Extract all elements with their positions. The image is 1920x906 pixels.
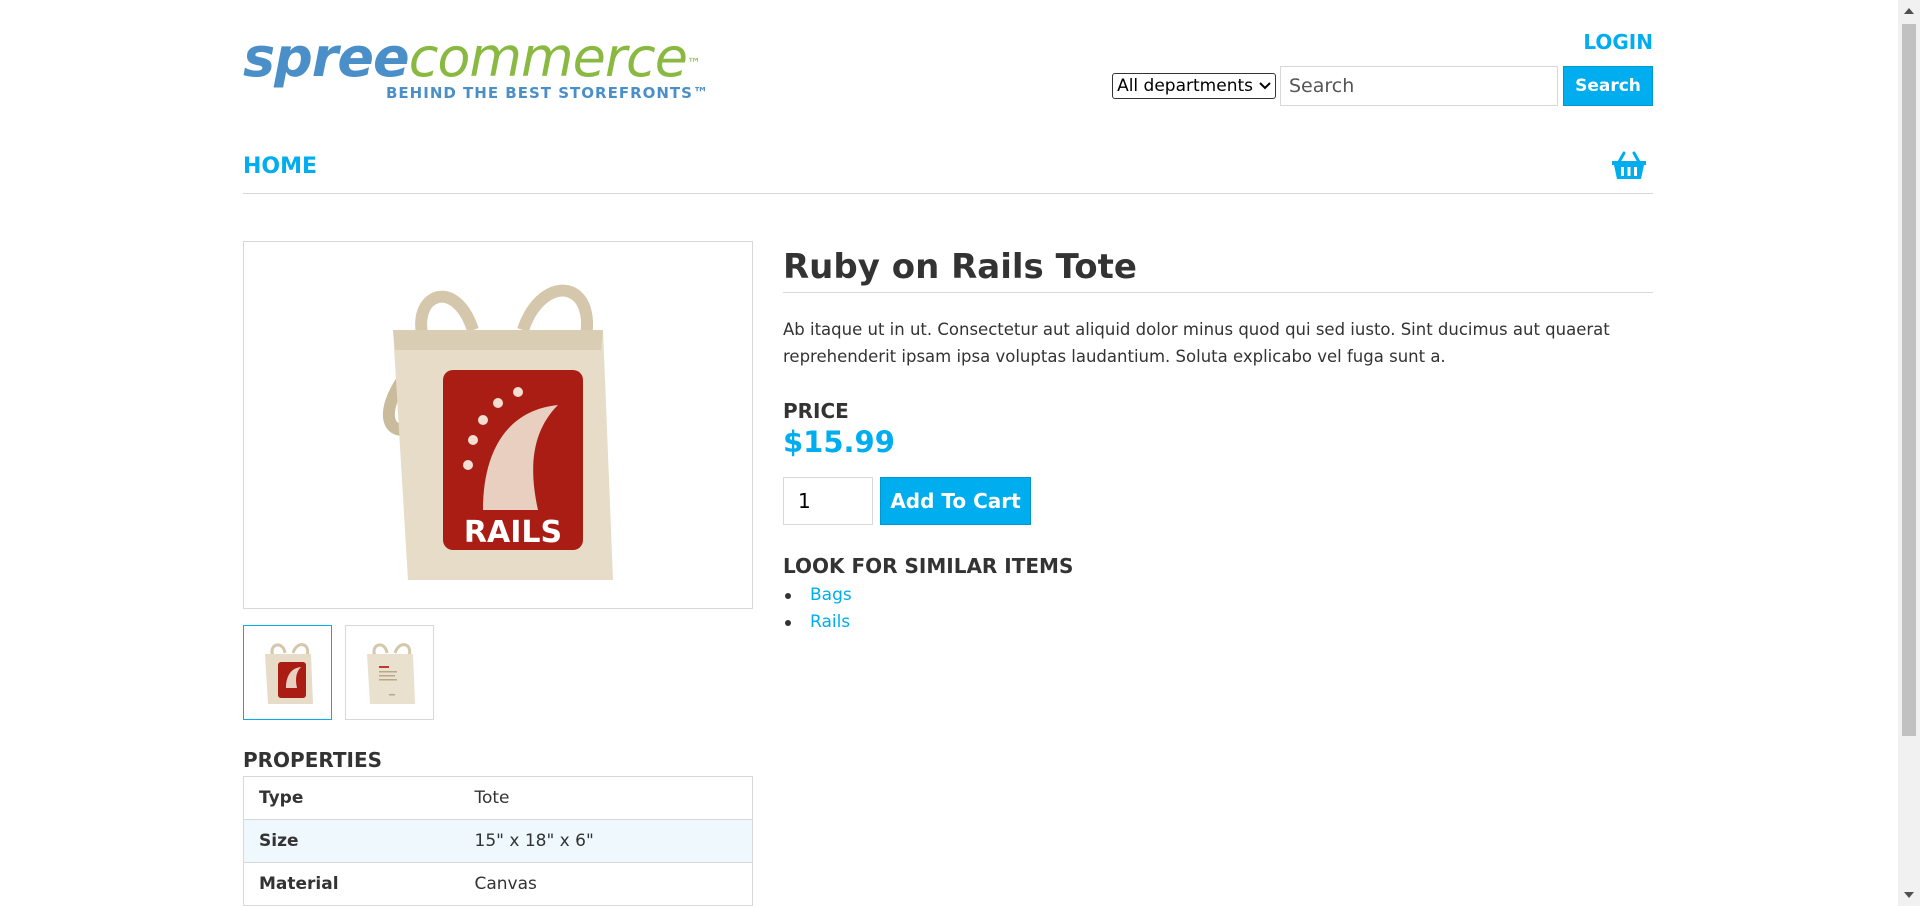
properties-table: Type Tote Size 15" x 18" x 6" Material C… xyxy=(243,776,753,906)
bullet-icon xyxy=(785,592,791,599)
list-item: Bags xyxy=(783,582,1653,609)
product-thumbnails xyxy=(243,625,434,720)
table-row: Size 15" x 18" x 6" xyxy=(243,819,753,863)
scroll-down-arrow-icon[interactable] xyxy=(1898,884,1920,906)
product-info: Ruby on Rails Tote Ab itaque ut in ut. C… xyxy=(783,241,1653,636)
search-input-placeholder: Search xyxy=(1289,75,1355,97)
thumbnail-back[interactable] xyxy=(345,625,434,720)
bullet-icon xyxy=(785,619,791,626)
search-input[interactable]: Search xyxy=(1280,66,1558,106)
price-label: PRICE xyxy=(783,399,849,423)
main-nav: HOME xyxy=(243,150,1653,194)
list-item: Rails xyxy=(783,609,1653,636)
site-logo[interactable]: spreecommerce™ BEHIND THE BEST STOREFRON… xyxy=(243,26,708,104)
taxon-link-rails[interactable]: Rails xyxy=(810,609,850,636)
similar-items-title: LOOK FOR SIMILAR ITEMS xyxy=(783,554,1074,578)
department-select-value: All departments xyxy=(1117,76,1253,96)
logo-spree-text: spree xyxy=(243,26,410,89)
product-main-image: RAILS xyxy=(243,241,753,609)
property-value: Tote xyxy=(459,776,753,820)
properties-title: PROPERTIES xyxy=(243,748,383,772)
page-scrollbar[interactable] xyxy=(1898,0,1920,906)
table-row: Material Canvas xyxy=(243,862,753,906)
tote-bag-back-thumbnail-icon xyxy=(366,642,415,704)
search-bar: All departments Search Search xyxy=(1112,66,1653,106)
product-title: Ruby on Rails Tote xyxy=(783,241,1653,293)
logo-commerce-text: commerce xyxy=(408,26,688,89)
logo-tm: ™ xyxy=(686,56,701,72)
product-description: Ab itaque ut in ut. Consectetur aut aliq… xyxy=(783,320,1610,366)
nav-home-link[interactable]: HOME xyxy=(243,154,317,179)
rails-logo-text: RAILS xyxy=(464,515,562,550)
login-link[interactable]: LOGIN xyxy=(1583,30,1653,54)
quantity-input[interactable]: 1 xyxy=(783,477,873,525)
table-row: Type Tote xyxy=(243,776,753,820)
logo-tagline: BEHIND THE BEST STOREFRONTS™ xyxy=(386,84,709,102)
property-value: Canvas xyxy=(459,862,753,906)
scroll-up-arrow-icon[interactable] xyxy=(1898,0,1920,22)
scrollbar-thumb[interactable] xyxy=(1902,24,1916,736)
property-key: Material xyxy=(243,862,460,906)
department-select[interactable]: All departments xyxy=(1112,73,1276,99)
page-container: spreecommerce™ BEHIND THE BEST STOREFRON… xyxy=(243,0,1653,906)
add-to-cart-button[interactable]: Add To Cart xyxy=(880,477,1031,525)
chevron-down-icon xyxy=(1259,79,1271,93)
basket-icon[interactable] xyxy=(1611,150,1647,182)
property-key: Size xyxy=(243,819,460,863)
search-button[interactable]: Search xyxy=(1563,66,1653,106)
thumbnail-front[interactable] xyxy=(243,625,332,720)
product-price: $15.99 xyxy=(783,425,895,459)
add-to-cart-form: 1 Add To Cart xyxy=(783,477,1653,525)
property-key: Type xyxy=(243,776,460,820)
tote-bag-image: RAILS xyxy=(382,284,613,580)
property-value: 15" x 18" x 6" xyxy=(459,819,753,863)
tote-bag-thumbnail-icon xyxy=(264,642,313,704)
similar-items-list: Bags Rails xyxy=(783,582,1653,636)
taxon-link-bags[interactable]: Bags xyxy=(810,582,852,609)
